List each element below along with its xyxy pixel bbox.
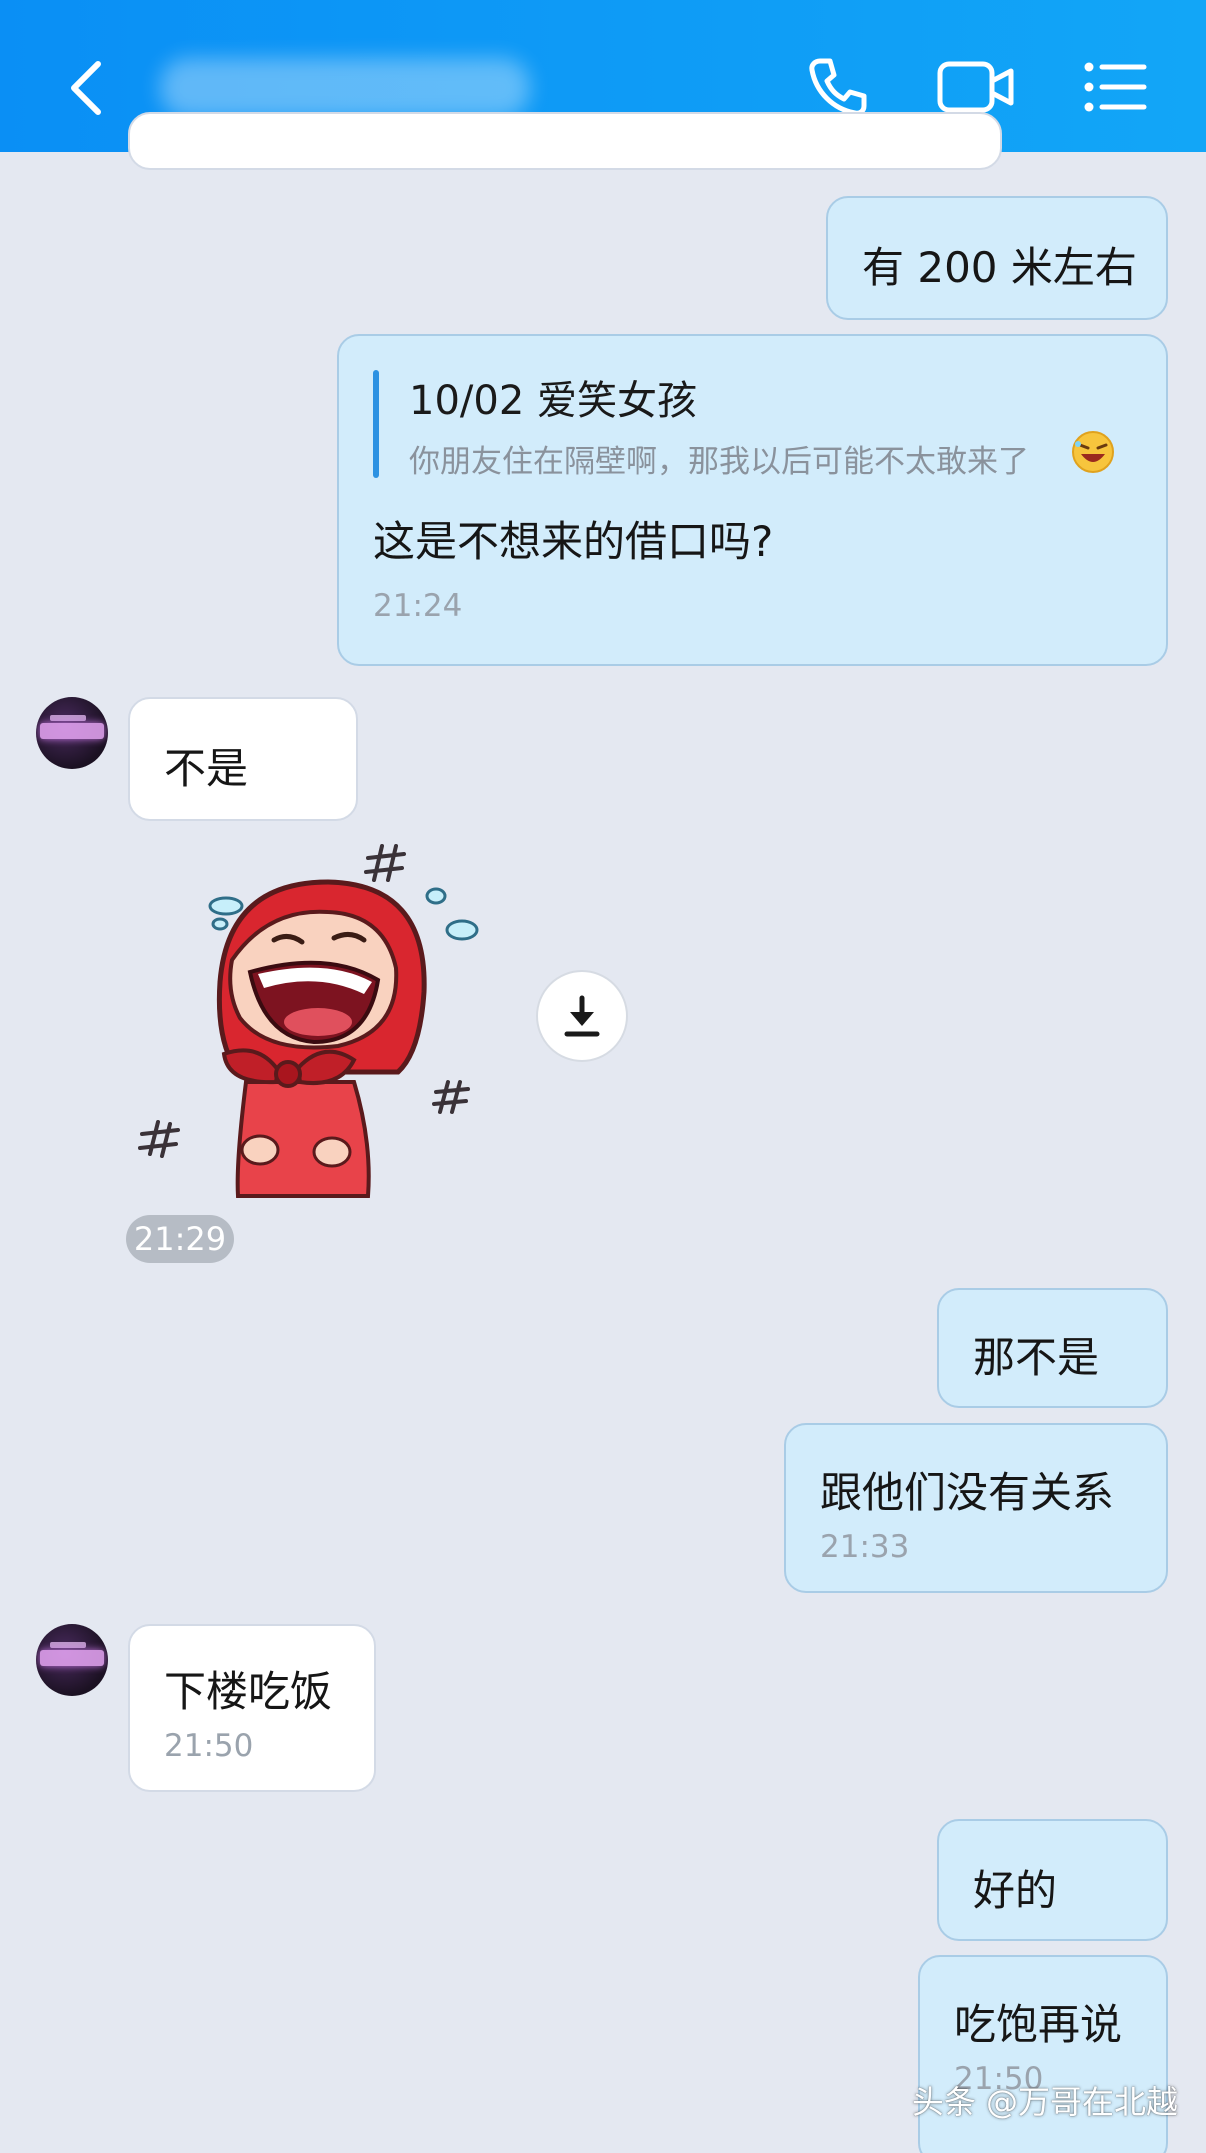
phone-icon bbox=[809, 58, 867, 116]
message-time: 21:24 bbox=[373, 588, 463, 624]
message-text: 好的 bbox=[973, 1866, 1058, 1915]
contact-name-blurred bbox=[160, 58, 530, 118]
message-bubble-outgoing[interactable]: 吃饱再说 21:50 bbox=[918, 1955, 1168, 2153]
download-sticker-button[interactable] bbox=[536, 970, 628, 1062]
message-bubble-outgoing[interactable]: 好的 bbox=[937, 1819, 1168, 1941]
chevron-left-icon bbox=[71, 61, 101, 115]
back-button[interactable] bbox=[55, 48, 117, 128]
message-text: 这是不想来的借口吗? bbox=[373, 517, 774, 566]
contact-avatar[interactable] bbox=[36, 1624, 108, 1696]
watermark: 头条 @万哥在北越 bbox=[911, 2083, 1178, 2121]
message-time: 21:50 bbox=[164, 1728, 254, 1764]
message-bubble-outgoing-quote[interactable]: 10/02 爱笑女孩 你朋友住在隔壁啊，那我以后可能不太敢来了 这是不想来的借口… bbox=[337, 334, 1168, 666]
chat-menu-button[interactable] bbox=[1080, 52, 1152, 122]
message-text: 下楼吃饭 bbox=[164, 1667, 333, 1716]
message-bubble-incoming[interactable]: 不是 bbox=[128, 697, 358, 821]
download-icon bbox=[564, 995, 600, 1037]
message-bubble-outgoing[interactable]: 有 200 米左右 bbox=[826, 196, 1168, 320]
quote-excerpt: 你朋友住在隔壁啊，那我以后可能不太敢来了 bbox=[409, 444, 1029, 480]
list-menu-icon bbox=[1084, 62, 1147, 112]
message-bubble-outgoing[interactable]: 那不是 bbox=[937, 1288, 1168, 1408]
laughing-emoji-icon bbox=[1072, 431, 1114, 473]
message-bubble-outgoing[interactable]: 跟他们没有关系 21:33 bbox=[784, 1423, 1168, 1593]
laughing-red-hood-girl-sticker bbox=[138, 844, 479, 1198]
sticker-message[interactable] bbox=[128, 832, 508, 1202]
message-text: 吃饱再说 bbox=[954, 2000, 1123, 2049]
message-time: 21:33 bbox=[820, 1529, 910, 1565]
message-text: 有 200 米左右 bbox=[862, 243, 1137, 292]
message-text: 跟他们没有关系 bbox=[820, 1468, 1115, 1517]
message-text: 那不是 bbox=[973, 1333, 1100, 1382]
quote-bar bbox=[373, 370, 379, 478]
message-bubble-partial bbox=[128, 112, 1002, 170]
video-camera-icon bbox=[937, 61, 1014, 113]
sticker-time: 21:29 bbox=[126, 1215, 234, 1263]
contact-avatar[interactable] bbox=[36, 697, 108, 769]
quote-sender-date: 10/02 爱笑女孩 bbox=[409, 378, 697, 424]
message-bubble-incoming[interactable]: 下楼吃饭 21:50 bbox=[128, 1624, 376, 1792]
message-list[interactable]: 有 200 米左右 10/02 爱笑女孩 你朋友住在隔壁啊，那我以后可能不太敢来… bbox=[0, 112, 1206, 2153]
message-text: 不是 bbox=[164, 744, 249, 793]
